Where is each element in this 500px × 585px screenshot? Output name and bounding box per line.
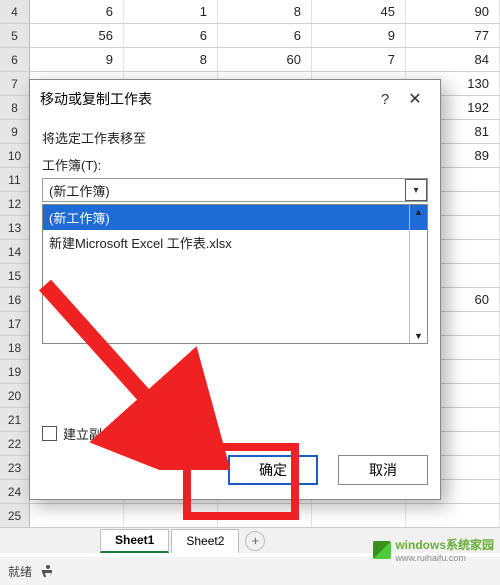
row-header[interactable]: 15 [0, 264, 30, 287]
table-row: 55666977 [0, 24, 500, 48]
sheet-listbox[interactable]: (新工作簿)新建Microsoft Excel 工作表.xlsx ▲ ▼ [42, 204, 428, 344]
accessibility-icon[interactable] [38, 561, 58, 581]
cell[interactable]: 56 [30, 24, 124, 47]
cell[interactable] [406, 504, 500, 527]
table-row: 46184590 [0, 0, 500, 24]
sheet-tab[interactable]: Sheet1 [100, 529, 169, 553]
row-header[interactable]: 8 [0, 96, 30, 119]
scroll-up-icon[interactable]: ▲ [410, 205, 427, 219]
help-button[interactable]: ? [370, 91, 400, 108]
row-header[interactable]: 17 [0, 312, 30, 335]
row-header[interactable]: 10 [0, 144, 30, 167]
cell[interactable]: 6 [30, 0, 124, 23]
cell[interactable] [30, 504, 124, 527]
scroll-down-icon[interactable]: ▼ [410, 329, 427, 343]
cell[interactable] [312, 504, 406, 527]
row-header[interactable]: 5 [0, 24, 30, 47]
row-header[interactable]: 14 [0, 240, 30, 263]
row-header[interactable]: 16 [0, 288, 30, 311]
close-button[interactable]: ✕ [400, 89, 430, 109]
row-header[interactable]: 23 [0, 456, 30, 479]
row-header[interactable]: 22 [0, 432, 30, 455]
row-header[interactable]: 6 [0, 48, 30, 71]
cell[interactable]: 1 [124, 0, 218, 23]
cell[interactable]: 9 [312, 24, 406, 47]
sheet-tab[interactable]: Sheet2 [171, 529, 239, 553]
cell[interactable]: 8 [218, 0, 312, 23]
table-row: 69860784 [0, 48, 500, 72]
row-header[interactable]: 11 [0, 168, 30, 191]
row-header[interactable]: 20 [0, 384, 30, 407]
create-copy-label: 建立副本(C) [63, 424, 133, 443]
cell[interactable]: 7 [312, 48, 406, 71]
row-header[interactable]: 21 [0, 408, 30, 431]
cell[interactable]: 84 [406, 48, 500, 71]
watermark-url: www.ruihaifu.com [395, 553, 494, 563]
cell[interactable]: 77 [406, 24, 500, 47]
list-item[interactable]: 新建Microsoft Excel 工作表.xlsx [43, 230, 427, 255]
cell[interactable]: 90 [406, 0, 500, 23]
cell[interactable]: 6 [218, 24, 312, 47]
row-header[interactable]: 25 [0, 504, 30, 527]
add-sheet-button[interactable]: + [245, 531, 265, 551]
chevron-down-icon[interactable]: ▾ [405, 179, 427, 201]
watermark-text: windows系统家园 [395, 536, 494, 553]
row-header[interactable]: 24 [0, 480, 30, 503]
list-item[interactable]: (新工作簿) [43, 205, 427, 230]
row-header[interactable]: 9 [0, 120, 30, 143]
row-header[interactable]: 18 [0, 336, 30, 359]
row-header[interactable]: 13 [0, 216, 30, 239]
watermark: windows系统家园 www.ruihaifu.com [373, 536, 494, 563]
cell[interactable]: 8 [124, 48, 218, 71]
cancel-button[interactable]: 取消 [338, 455, 428, 485]
cell[interactable]: 9 [30, 48, 124, 71]
row-header[interactable]: 4 [0, 0, 30, 23]
row-header[interactable]: 19 [0, 360, 30, 383]
cell[interactable]: 60 [218, 48, 312, 71]
checkbox-box-icon[interactable] [42, 426, 57, 441]
dialog-titlebar: 移动或复制工作表 ? ✕ [30, 80, 440, 118]
row-header[interactable]: 7 [0, 72, 30, 95]
create-copy-checkbox[interactable]: 建立副本(C) [42, 424, 428, 443]
workbook-dropdown[interactable]: (新工作簿) ▾ [42, 178, 428, 202]
row-header[interactable]: 12 [0, 192, 30, 215]
cell[interactable]: 6 [124, 24, 218, 47]
move-to-label: 将选定工作表移至 [42, 128, 428, 147]
cell[interactable]: 45 [312, 0, 406, 23]
dialog-title-text: 移动或复制工作表 [40, 89, 152, 109]
workbook-label: 工作簿(T): [42, 155, 428, 174]
status-text: 就绪 [8, 563, 32, 580]
watermark-logo-icon [373, 541, 391, 559]
move-copy-sheet-dialog: 移动或复制工作表 ? ✕ 将选定工作表移至 工作簿(T): (新工作簿) ▾ (… [29, 79, 441, 500]
listbox-scrollbar[interactable]: ▲ ▼ [409, 205, 427, 343]
annotation-highlight-box [183, 443, 299, 520]
workbook-dropdown-value: (新工作簿) [43, 181, 405, 200]
